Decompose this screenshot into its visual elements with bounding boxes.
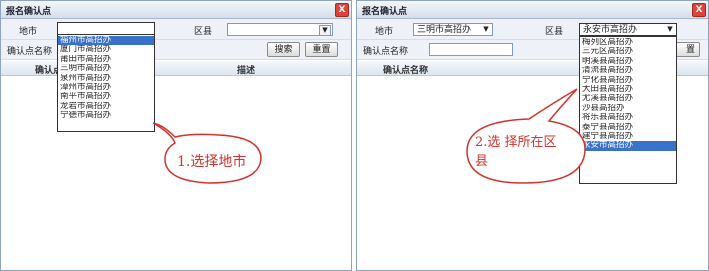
district-option[interactable]: 大田县高招办	[580, 85, 676, 94]
column-header-point-name: 确认点名称	[383, 66, 429, 76]
reset-button[interactable]: 重置	[305, 42, 338, 57]
city-select-value: 三明市高招办	[417, 25, 472, 35]
district-option[interactable]: 将乐县高招办	[580, 113, 676, 122]
city-option[interactable]: 福州市高招办	[58, 36, 154, 46]
district-option[interactable]: 建宁县高招办	[580, 132, 676, 141]
district-option[interactable]: 三元区高招办	[580, 47, 676, 56]
filter-row-name: 确认点名称 搜索 重置	[1, 40, 351, 60]
district-option[interactable]: 宁化县高招办	[580, 76, 676, 85]
district-label: 区县	[194, 27, 213, 37]
dialog-titlebar: 报名确认点 X	[357, 1, 708, 19]
city-option[interactable]: 厦门市高招办	[58, 45, 154, 54]
callout-text-2-line2: 县	[475, 154, 489, 169]
dialog-title: 报名确认点	[362, 7, 408, 17]
point-name-input[interactable]	[429, 43, 513, 56]
district-option[interactable]: 明溪县高招办	[580, 57, 676, 66]
city-label: 地市	[375, 27, 394, 37]
dialog-title: 报名确认点	[6, 7, 52, 17]
city-option[interactable]: 南平市高招办	[58, 92, 154, 101]
district-label: 区县	[545, 27, 564, 37]
district-option[interactable]: 清流县高招办	[580, 66, 676, 75]
results-table-header: 确认点 描述	[1, 61, 351, 76]
close-icon[interactable]: X	[335, 3, 349, 17]
city-option[interactable]: 宁德市高招办	[58, 111, 154, 120]
chevron-down-icon[interactable]: ▼	[481, 25, 491, 34]
callout-text-2-line1: 2.选 择所在区	[475, 135, 557, 150]
column-header-description: 描述	[237, 66, 256, 76]
city-option[interactable]: 龙岩市高招办	[58, 102, 154, 111]
district-option[interactable]: 尤溪县高招办	[580, 94, 676, 103]
district-dropdown-list: 梅列区高招办 三元区高招办 明溪县高招办 清流县高招办 宁化县高招办 大田县高招…	[579, 36, 677, 184]
close-icon[interactable]: X	[692, 3, 706, 17]
district-option[interactable]: 沙县高招办	[580, 104, 676, 113]
district-select-value: 永安市高招办	[583, 25, 638, 35]
left-dialog: 报名确认点 X 地市 区县 ▼ 确认点名称 搜索 重置 确认点 描述 福州市高招…	[0, 0, 352, 271]
city-option[interactable]: 漳州市高招办	[58, 83, 154, 92]
chevron-down-icon[interactable]: ▼	[319, 25, 331, 36]
right-dialog: 报名确认点 X 地市 三明市高招办 ▼ 区县 确认点名称 置 确认点名称 永安市…	[356, 0, 709, 271]
city-label: 地市	[19, 27, 38, 37]
city-option[interactable]: 莆田市高招办	[58, 55, 154, 64]
district-select[interactable]: 永安市高招办 ▼	[579, 23, 677, 36]
callout-text-1: 1.选择地市	[177, 154, 247, 170]
point-name-label: 确认点名称	[363, 47, 409, 57]
chevron-down-icon[interactable]: ▼	[665, 25, 675, 34]
city-dropdown-list: 福州市高招办 厦门市高招办 莆田市高招办 三明市高招办 泉州市高招办 漳州市高招…	[57, 34, 155, 132]
filter-row-location: 地市 区县 ▼	[1, 19, 351, 40]
district-select[interactable]: ▼	[227, 23, 333, 36]
city-select[interactable]: 三明市高招办 ▼	[413, 23, 493, 36]
district-option[interactable]: 泰宁县高招办	[580, 123, 676, 132]
dialog-titlebar: 报名确认点 X	[1, 1, 351, 19]
district-option[interactable]: 永安市高招办	[580, 141, 676, 151]
district-option[interactable]: 梅列区高招办	[580, 38, 676, 47]
city-option[interactable]: 泉州市高招办	[58, 74, 154, 83]
city-option[interactable]: 三明市高招办	[58, 64, 154, 73]
search-button[interactable]: 搜索	[267, 42, 300, 57]
point-name-label: 确认点名称	[7, 47, 53, 57]
